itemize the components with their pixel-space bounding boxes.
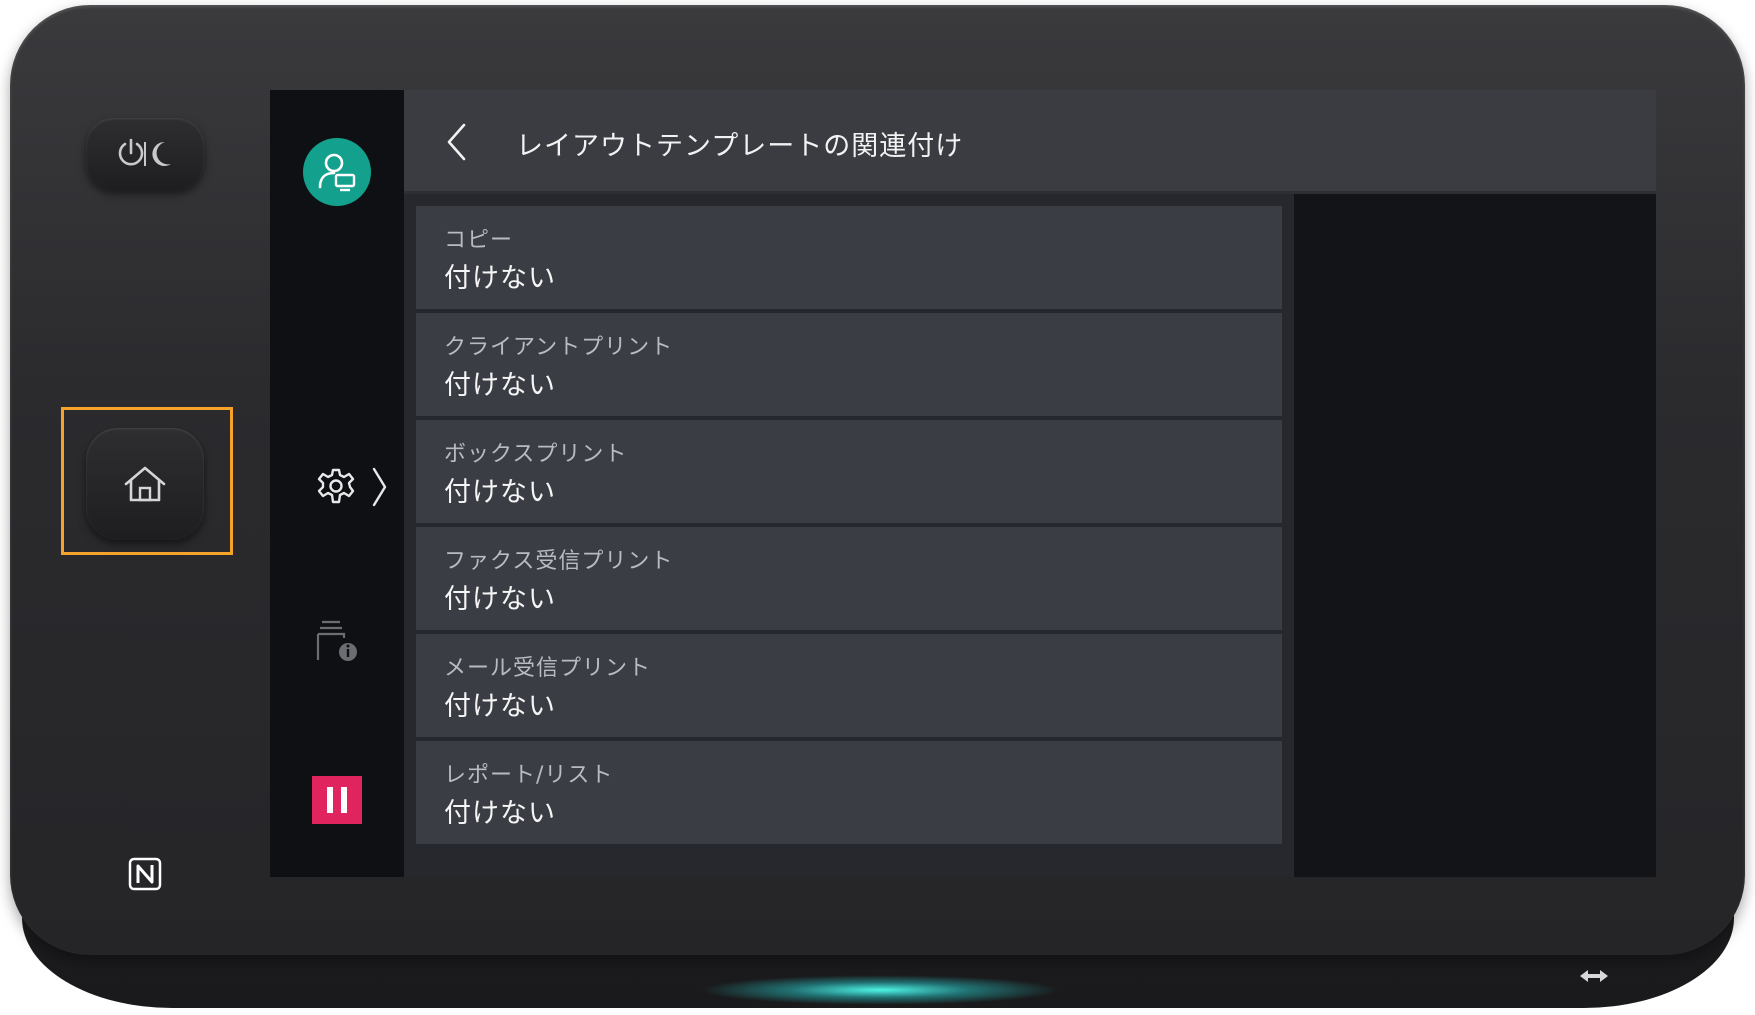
pause-icon <box>327 787 347 813</box>
brand-mark-icon <box>1578 966 1610 986</box>
list-item-box-print[interactable]: ボックスプリント 付けない <box>416 420 1282 523</box>
list-item-value: 付けない <box>444 263 556 294</box>
page-title: レイアウトテンプレートの関連付け <box>516 131 964 162</box>
list-item-label: クライアントプリント <box>444 335 674 360</box>
list-item-label: コピー <box>444 228 514 253</box>
list-item-value: 付けない <box>444 477 556 508</box>
list-item-value: 付けない <box>444 584 556 615</box>
settings-button[interactable] <box>316 460 398 514</box>
list-item-copy[interactable]: コピー 付けない <box>416 206 1282 309</box>
nfc-icon <box>128 857 162 891</box>
touch-screen: レイアウトテンプレートの関連付け コピー 付けない クライアントプリント 付けな… <box>270 90 1656 877</box>
back-button[interactable] <box>436 120 476 164</box>
chevron-right-icon <box>372 467 387 507</box>
main-panel: レイアウトテンプレートの関連付け コピー 付けない クライアントプリント 付けな… <box>404 90 1656 877</box>
home-button[interactable] <box>86 428 204 540</box>
list-item-value: 付けない <box>444 370 556 401</box>
list-item-client-print[interactable]: クライアントプリント 付けない <box>416 313 1282 416</box>
user-button[interactable] <box>303 138 371 206</box>
user-icon <box>318 153 356 192</box>
status-led <box>700 975 1060 1005</box>
machine-info-icon <box>316 620 357 661</box>
chevron-left-icon <box>447 123 466 161</box>
power-sleep-button[interactable] <box>86 118 204 190</box>
gear-icon <box>317 468 355 504</box>
control-panel-device: レイアウトテンプレートの関連付け コピー 付けない クライアントプリント 付けな… <box>0 0 1755 1015</box>
list-item-label: ボックスプリント <box>444 442 628 467</box>
list-item-report-list[interactable]: レポート/リスト 付けない <box>416 741 1282 844</box>
list-item-email-received-print[interactable]: メール受信プリント 付けない <box>416 634 1282 737</box>
list-item-value: 付けない <box>444 691 556 722</box>
machine-info-button[interactable] <box>312 616 366 670</box>
settings-list: コピー 付けない クライアントプリント 付けない ボックスプリント 付けない フ… <box>416 206 1282 848</box>
title-bar: レイアウトテンプレートの関連付け <box>404 90 1656 194</box>
settings-list-panel: コピー 付けない クライアントプリント 付けない ボックスプリント 付けない フ… <box>404 194 1294 877</box>
pause-button[interactable] <box>312 776 362 824</box>
power-sleep-icon <box>118 138 171 166</box>
sidebar <box>270 90 404 877</box>
list-item-label: メール受信プリント <box>444 656 652 681</box>
home-icon <box>124 466 166 502</box>
list-item-label: レポート/リスト <box>444 763 614 788</box>
list-item-fax-received-print[interactable]: ファクス受信プリント 付けない <box>416 527 1282 630</box>
list-item-value: 付けない <box>444 798 556 829</box>
list-item-label: ファクス受信プリント <box>444 549 674 574</box>
